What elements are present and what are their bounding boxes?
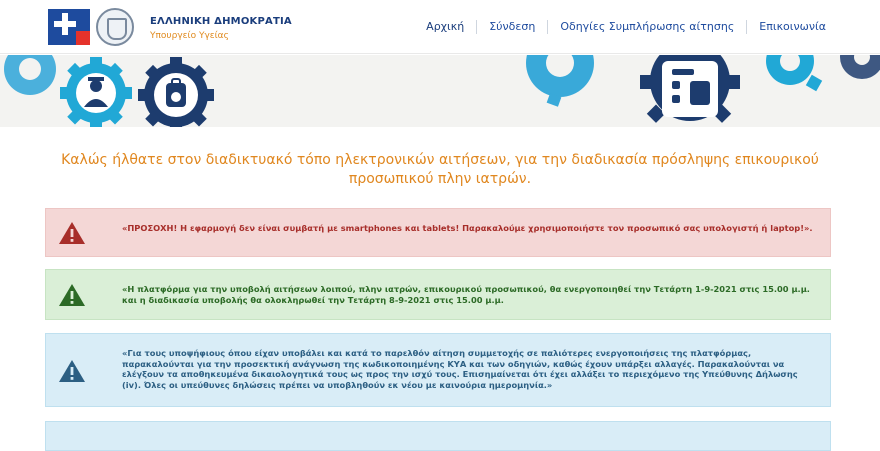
hero-banner [0,55,880,127]
alert-text: «Για τους υποψήφιους όπου είχαν υποβάλει… [122,348,798,390]
alert-platform-dates: «Η πλατφόρμα για την υποβολή αιτήσεων λο… [45,269,831,320]
alert-text: «ΠΡΟΣΟΧΗ! Η εφαρμογή δεν είναι συμβατή μ… [122,223,813,233]
alert-warning-device: «ΠΡΟΣΟΧΗ! Η εφαρμογή δεν είναι συμβατή μ… [45,208,831,257]
gear-dark-tablet-icon [640,55,740,123]
nav-item-contact[interactable]: Επικοινωνία [746,20,838,34]
plus-icon [54,13,76,35]
nav-item-login[interactable]: Σύνδεση [476,20,547,34]
warning-icon [59,222,85,244]
warning-icon [59,360,85,382]
site-header: ΕΛΛΗΝΙΚΗ ΔΗΜΟΚΡΑΤΙΑ Υπουργείο Υγείας Αρχ… [0,0,880,54]
gear-teal-nurse-icon [60,57,132,127]
gears-illustration [4,55,880,127]
brand-subtitle: Υπουργείο Υγείας [150,31,229,41]
gear-dark-bag-icon [138,57,214,127]
greek-emblem-logo [96,8,134,46]
alert-previous-applicants: «Για τους υποψήφιους όπου είχαν υποβάλει… [45,333,831,407]
alert-partial [45,421,831,451]
nav-item-instructions[interactable]: Οδηγίες Συμπλήρωσης αίτησης [547,20,746,34]
alert-text: «Η πλατφόρμα για την υποβολή αιτήσεων λο… [122,284,810,305]
nav-item-home[interactable]: Αρχική [414,20,476,34]
heart-icon [76,31,90,45]
ministry-cross-logo[interactable] [48,9,90,45]
main-nav: Αρχική Σύνδεση Οδηγίες Συμπλήρωσης αίτησ… [414,20,838,34]
brand-title: ΕΛΛΗΝΙΚΗ ΔΗΜΟΚΡΑΤΙΑ [150,16,292,27]
welcome-heading: Καλώς ήλθατε στον διαδικτυακό τόπο ηλεκτ… [61,152,819,187]
warning-icon [59,284,85,306]
